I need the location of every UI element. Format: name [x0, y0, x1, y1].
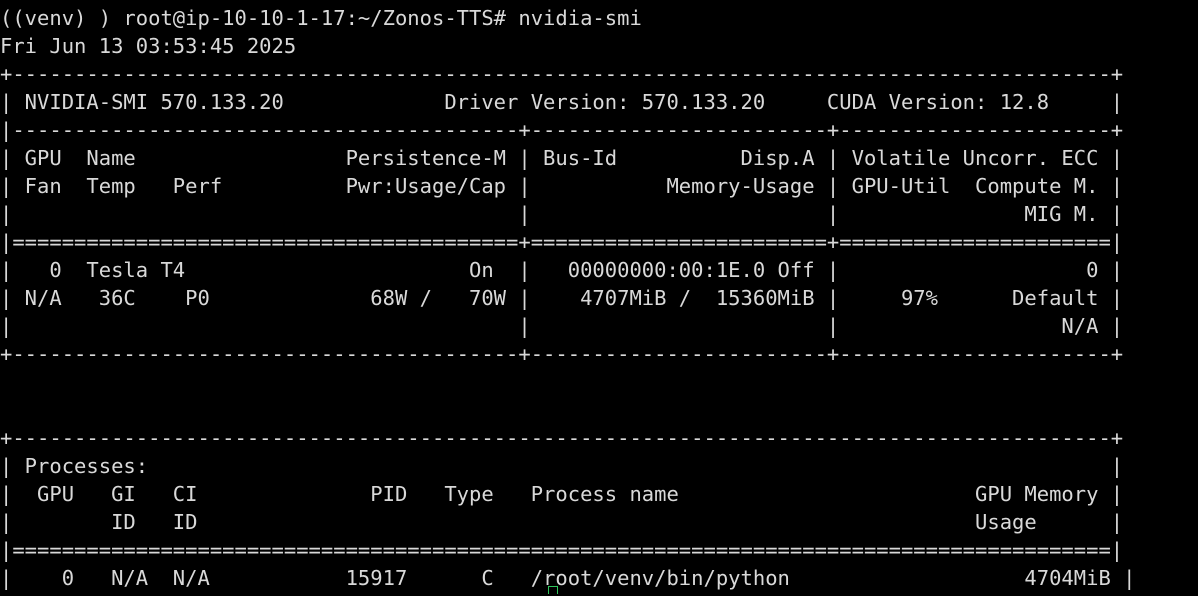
- table-border-top: +---------------------------------------…: [0, 426, 1124, 450]
- table-double-separator: |=======================================…: [0, 230, 1124, 254]
- table-header-row: | GPU Name Persistence-M | Bus-Id Disp.A…: [0, 146, 1124, 170]
- terminal-cursor: [548, 586, 558, 594]
- table-border-top: +---------------------------------------…: [0, 62, 1124, 86]
- table-header-separator: |---------------------------------------…: [0, 118, 1124, 142]
- table-border-bottom: +---------------------------------------…: [0, 592, 1198, 596]
- table-header-row: | Fan Temp Perf Pwr:Usage/Cap | Memory-U…: [0, 174, 1124, 198]
- table-header-row: | | | MIG M. |: [0, 202, 1124, 226]
- table-header-row: | ID ID Usage |: [0, 510, 1124, 534]
- terminal-window[interactable]: ((venv) ) root@ip-10-10-1-17:~/Zonos-TTS…: [0, 4, 1198, 596]
- version-row: | NVIDIA-SMI 570.133.20 Driver Version: …: [0, 90, 1124, 114]
- processes-table: +---------------------------------------…: [0, 424, 1198, 596]
- gpu-row: | N/A 36C P0 68W / 70W | 4707MiB / 15360…: [0, 286, 1124, 310]
- table-double-separator: |=======================================…: [0, 538, 1124, 562]
- process-row: | 0 N/A N/A 15917 C /root/venv/bin/pytho…: [0, 566, 1136, 590]
- table-border-bottom: +---------------------------------------…: [0, 342, 1124, 366]
- table-header-row: | GPU GI CI PID Type Process name GPU Me…: [0, 482, 1124, 506]
- processes-title-row: | Processes: |: [0, 454, 1124, 478]
- command-prompt-line: ((venv) ) root@ip-10-10-1-17:~/Zonos-TTS…: [0, 6, 642, 30]
- gpu-row: | | | N/A |: [0, 314, 1124, 338]
- timestamp-line: Fri Jun 13 03:53:45 2025: [0, 34, 297, 58]
- gpu-info-table: +---------------------------------------…: [0, 60, 1198, 368]
- gpu-row: | 0 Tesla T4 On | 00000000:00:1E.0 Off |…: [0, 258, 1124, 282]
